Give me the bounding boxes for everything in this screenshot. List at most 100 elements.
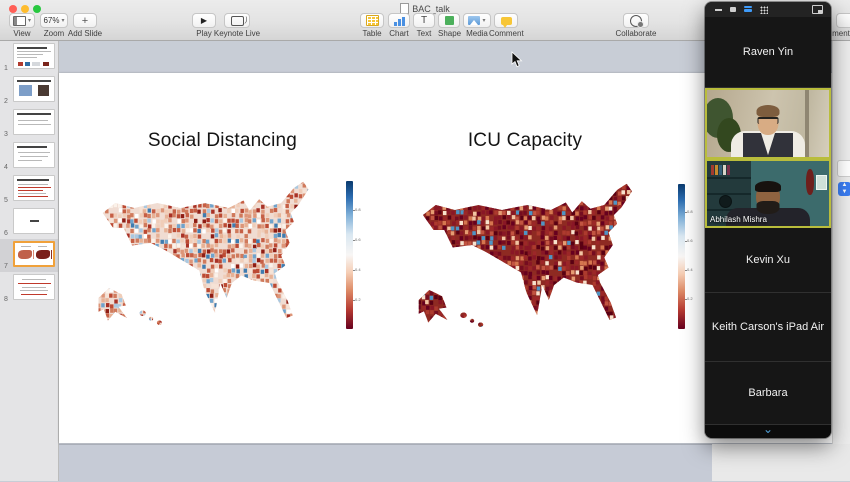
comment-label: Comment [489,29,523,38]
shape-button[interactable] [438,13,460,28]
left-map-title: Social Distancing [90,130,355,152]
slide-thumbnail-row[interactable]: 3 [0,107,58,140]
participant-tile[interactable]: Keith Carson's iPad Air [705,293,831,362]
text-label: Text [413,29,435,38]
window-icon[interactable] [730,6,736,14]
mouse-cursor [511,51,523,69]
slide-thumbnail[interactable] [13,76,55,102]
zoom-level-value: 67% [43,16,59,25]
presenter-notes-area[interactable] [59,444,712,482]
canvas-margin-bottom-right [712,444,850,481]
slide-thumbnail-row-selected[interactable]: 7 [0,239,58,272]
person-hair [757,105,780,117]
participant-video-tile[interactable]: Abhilash Mishra [705,159,831,228]
participant-tile[interactable]: Raven Yin [705,17,831,88]
zoom-meeting-window[interactable]: Raven Yin [705,2,831,438]
right-colorbar-ticks: 0.8 0.6 0.4 0.2 [678,184,698,329]
collaborate-icon [630,15,642,27]
slide-thumbnail[interactable] [13,43,55,69]
chevron-down-icon: ▾ [62,17,65,24]
slide-thumbnail-row[interactable]: 1 [0,41,58,74]
keynote-live-icon: ) [231,16,244,26]
collaborate-button[interactable] [623,13,649,28]
exit-fullscreen-icon[interactable] [812,5,823,14]
person-beard [757,201,780,214]
slide-thumbnail[interactable] [13,274,55,300]
slide-thumbnail-row[interactable]: 8 [0,272,58,305]
add-slide-button[interactable]: + [73,13,97,28]
more-participants-button[interactable]: ⌄ [705,425,831,438]
media-label: Media [463,29,491,38]
slide-number: 1 [4,65,8,72]
keynote-live-button[interactable]: ) [224,13,250,28]
chart-button[interactable] [388,13,410,28]
slide-thumbnail-row[interactable]: 2 [0,74,58,107]
value-stepper-icon[interactable]: ▲▼ [838,182,850,196]
minimize-icon[interactable] [715,6,722,14]
view-label: View [9,29,35,38]
speaker-view-icon[interactable] [744,6,752,14]
gallery-view-icon[interactable] [760,6,768,14]
slide-thumbnail-current[interactable] [13,241,55,267]
slide-number: 5 [4,197,8,204]
play-button[interactable]: ▶ [192,13,216,28]
slide-thumbnail-row[interactable]: 4 [0,140,58,173]
slide-thumbnail[interactable] [13,208,55,234]
text-button[interactable]: T [413,13,435,28]
slide-thumbnail[interactable] [13,175,55,201]
chevron-down-icon: ▾ [482,17,485,24]
wall-art-decor [816,175,827,190]
doorframe-decor [805,90,809,157]
zoom-titlebar[interactable] [705,2,831,17]
participant-tile[interactable]: Barbara [705,362,831,425]
icu-capacity-map [408,180,664,330]
collaborate-label: Collaborate [608,29,664,38]
comment-icon [501,17,512,25]
add-slide-label: Add Slide [62,29,108,38]
right-map-title: ICU Capacity [400,130,650,152]
plus-icon: + [82,15,88,27]
participant-name: Raven Yin [737,46,799,58]
chevron-down-icon: ⌄ [763,425,773,433]
zoom-level-button[interactable]: 67%▾ [40,13,68,28]
person-shirt [731,131,805,159]
document-panel-label: ment [832,29,850,38]
format-inspector-sliver: ▲▼ [832,41,850,444]
view-icon [13,16,26,26]
left-colorbar-ticks: 0.8 0.6 0.4 0.2 [346,181,366,329]
slide-thumbnail[interactable] [13,142,55,168]
slide-number: 4 [4,164,8,171]
media-icon [468,16,480,25]
document-panel-button[interactable] [836,13,850,28]
participant-tile[interactable]: Kevin Xu [705,228,831,293]
inspector-field[interactable] [837,160,850,177]
slide-thumbnail-row[interactable]: 5 [0,173,58,206]
shape-icon [445,16,454,25]
table-icon [366,15,379,26]
view-button[interactable]: ▾ [9,13,35,28]
text-icon: T [421,15,427,26]
media-button[interactable]: ▾ [463,13,491,28]
slide-number: 2 [4,98,8,105]
participant-name: Keith Carson's iPad Air [706,321,830,333]
slide-number: 6 [4,230,8,237]
keynote-live-label: Keynote Live [206,29,268,38]
person-hair [755,181,781,192]
table-label: Table [360,29,384,38]
slide-thumbnail-row[interactable]: 6 [0,206,58,239]
participant-name: Barbara [742,387,793,399]
social-distancing-map [88,178,340,328]
play-icon: ▶ [201,16,207,25]
person-glasses [758,117,779,124]
slide-thumbnail[interactable] [13,109,55,135]
chart-icon [393,16,405,26]
video-feed [707,90,829,157]
comment-button[interactable] [494,13,518,28]
participant-name: Kevin Xu [740,254,796,266]
slide-number: 3 [4,131,8,138]
slide-number: 7 [4,263,8,270]
slide-number: 8 [4,296,8,303]
table-button[interactable] [360,13,384,28]
participant-video-tile[interactable] [705,88,831,159]
shape-label: Shape [438,29,460,38]
